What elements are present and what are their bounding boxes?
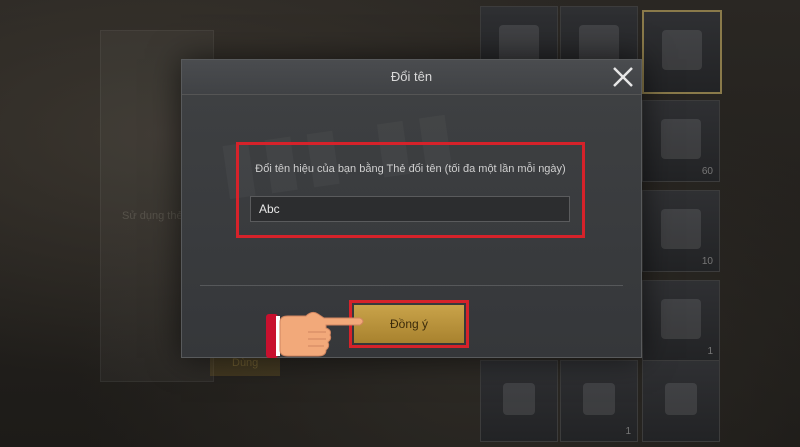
item-thumbnail xyxy=(583,383,615,415)
hand-pointer-icon xyxy=(266,311,364,358)
inventory-slot-selected xyxy=(642,10,722,94)
background-use-label: Dùng xyxy=(232,357,259,369)
dialog-divider xyxy=(200,285,623,286)
item-thumbnail xyxy=(661,209,701,249)
inventory-slot xyxy=(642,360,720,442)
item-thumbnail xyxy=(661,119,701,159)
item-thumbnail xyxy=(661,299,701,339)
item-count: 1 xyxy=(707,346,713,357)
close-button[interactable] xyxy=(610,64,636,90)
inventory-slot: 1 xyxy=(642,280,720,362)
inventory-slot: 1 xyxy=(560,360,638,442)
name-input[interactable] xyxy=(250,196,570,222)
background-hint-text: Sử dụng thẻ xyxy=(122,210,183,222)
input-highlight-box xyxy=(236,142,585,238)
item-count: 10 xyxy=(701,256,713,267)
confirm-button[interactable]: Đồng ý xyxy=(354,305,464,343)
item-thumbnail xyxy=(665,383,697,415)
rename-dialog: Đổi tên ▮▮▮ ▮▮ Đổi tên hiệu của bạn bằng… xyxy=(181,59,642,358)
inventory-slot xyxy=(480,360,558,442)
item-thumbnail xyxy=(503,383,535,415)
item-thumbnail xyxy=(662,30,702,70)
rename-prompt-text: Đổi tên hiệu của bạn bằng Thẻ đổi tên (t… xyxy=(255,163,566,175)
inventory-slot: 60 xyxy=(642,100,720,182)
close-icon xyxy=(613,67,633,87)
inventory-slot: 10 xyxy=(642,190,720,272)
item-count: 60 xyxy=(701,166,713,177)
item-count: 1 xyxy=(625,426,631,437)
